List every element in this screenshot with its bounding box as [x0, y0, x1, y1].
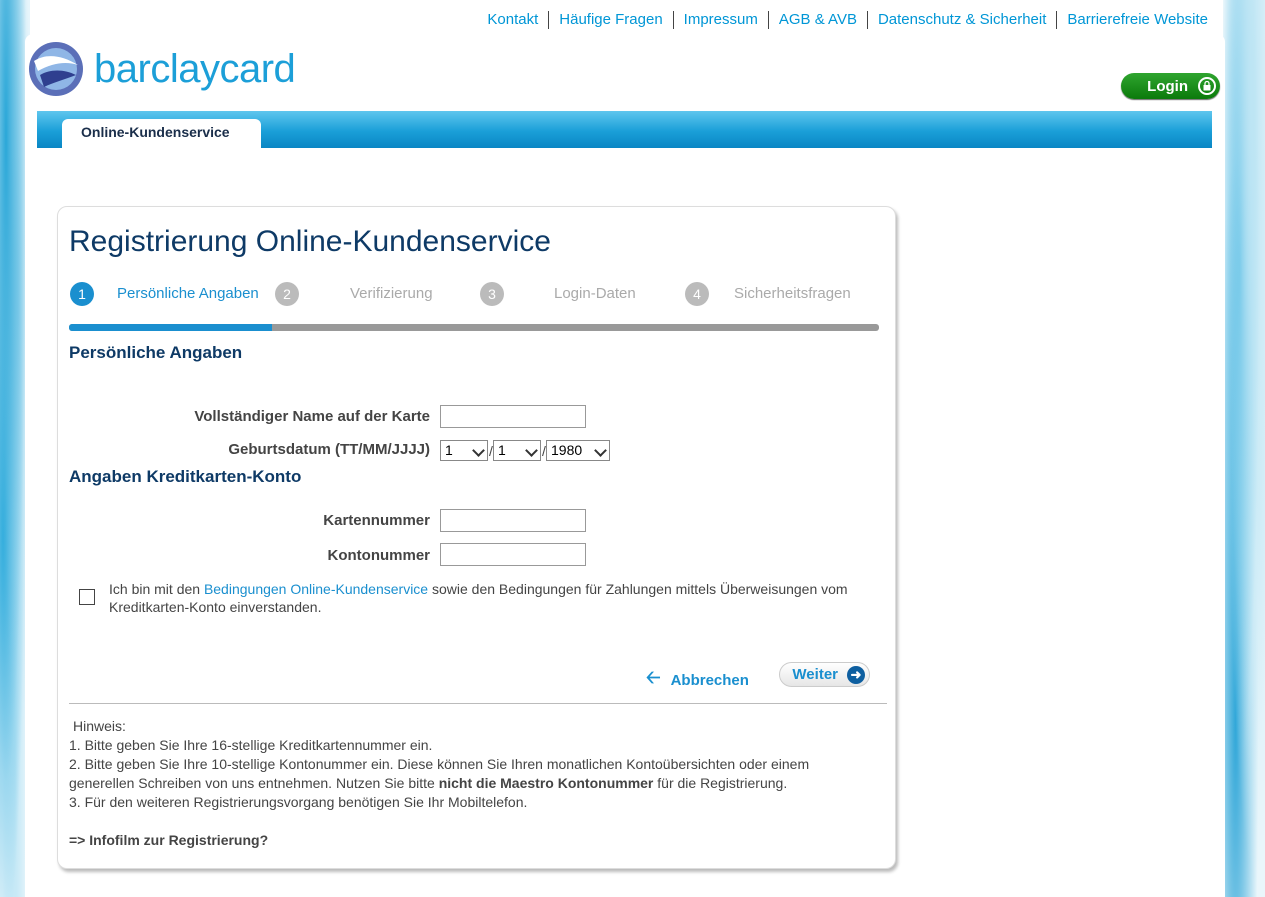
step-3-label: Login-Daten [554, 285, 636, 302]
section-account-heading: Angaben Kreditkarten-Konto [69, 467, 302, 486]
progress-bar [69, 324, 879, 331]
dob-day-value: 1 [445, 442, 453, 458]
link-faq[interactable]: Häufige Fragen [548, 11, 672, 29]
next-button[interactable]: Weiter ➜ [779, 662, 870, 687]
terms-checkbox[interactable] [79, 589, 95, 605]
hint-title: Hinweis: [73, 718, 126, 734]
lock-icon [1198, 77, 1216, 95]
brand-logo[interactable]: barclaycard [26, 39, 296, 99]
page-title: Registrierung Online-Kundenservice [69, 225, 551, 258]
arrow-left-icon: 🡠 [646, 667, 661, 687]
brand-name: barclaycard [94, 46, 296, 91]
name-input[interactable] [440, 405, 586, 428]
step-4-label: Sicherheitsfragen [734, 285, 851, 302]
dob-label: Geburtsdatum (TT/MM/JJJJ) [228, 441, 430, 458]
tab-online-kundenservice[interactable]: Online-Kundenservice [62, 119, 261, 149]
step-2-label: Verifizierung [350, 285, 433, 302]
login-label: Login [1147, 77, 1188, 95]
name-label: Vollständiger Name auf der Karte [194, 408, 430, 425]
terms-link[interactable]: Bedingungen Online-Kundenservice [204, 581, 428, 597]
hint-item-2-bold: nicht die Maestro Kontonummer [438, 775, 654, 791]
card-number-input[interactable] [440, 509, 586, 532]
step-3-number: 3 [480, 282, 504, 306]
account-number-input[interactable] [440, 543, 586, 566]
eagle-logo-icon [29, 42, 83, 96]
account-number-label: Kontonummer [327, 547, 431, 564]
card-number-label: Kartennummer [323, 512, 430, 529]
divider [69, 703, 887, 704]
dob-day-select[interactable]: 1 [440, 440, 488, 461]
chevron-down-icon [594, 444, 607, 457]
link-barrierefrei[interactable]: Barrierefreie Website [1056, 11, 1218, 29]
hint-item-2-end: für die Registrierung. [653, 775, 788, 791]
chevron-down-icon [472, 444, 485, 457]
link-datenschutz[interactable]: Datenschutz & Sicherheit [866, 11, 1056, 29]
link-impressum[interactable]: Impressum [672, 11, 768, 29]
top-links: Kontakt Häufige Fragen Impressum AGB & A… [477, 11, 1218, 29]
cancel-button[interactable]: 🡠 Abbrechen [646, 665, 749, 695]
registration-card: Registrierung Online-Kundenservice 1 Per… [57, 206, 896, 869]
hint-notes: Hinweis: 1. Bitte geben Sie Ihre 16-stel… [69, 717, 869, 812]
step-1-label: Persönliche Angaben [117, 285, 259, 302]
next-label: Weiter [792, 666, 838, 683]
login-button[interactable]: Login [1121, 73, 1220, 99]
link-agb[interactable]: AGB & AVB [767, 11, 867, 29]
terms-prefix: Ich bin mit den [109, 581, 204, 597]
background-decoration-right [1223, 0, 1265, 897]
dob-month-value: 1 [498, 442, 506, 458]
chevron-down-icon [525, 444, 538, 457]
step-2-number: 2 [275, 282, 299, 306]
arrow-right-circle-icon: ➜ [847, 665, 865, 684]
hint-item-1: 1. Bitte geben Sie Ihre 16-stellige Kred… [69, 737, 433, 753]
dob-year-select[interactable]: 1980 [546, 440, 610, 461]
infofilm-link[interactable]: => Infofilm zur Registrierung? [69, 832, 268, 848]
progress-fill [69, 324, 272, 331]
step-1-number: 1 [70, 282, 94, 306]
dob-year-value: 1980 [551, 442, 583, 458]
hint-item-2: 2. Bitte geben Sie Ihre 10-stellige Kont… [69, 755, 869, 793]
terms-text: Ich bin mit den Bedingungen Online-Kunde… [109, 580, 879, 616]
section-personal-heading: Persönliche Angaben [69, 343, 243, 362]
link-kontakt[interactable]: Kontakt [477, 11, 548, 29]
cancel-label: Abbrechen [670, 671, 749, 689]
dob-month-select[interactable]: 1 [493, 440, 541, 461]
hint-item-3: 3. Für den weiteren Registrierungsvorgan… [69, 794, 528, 810]
step-4-number: 4 [685, 282, 709, 306]
